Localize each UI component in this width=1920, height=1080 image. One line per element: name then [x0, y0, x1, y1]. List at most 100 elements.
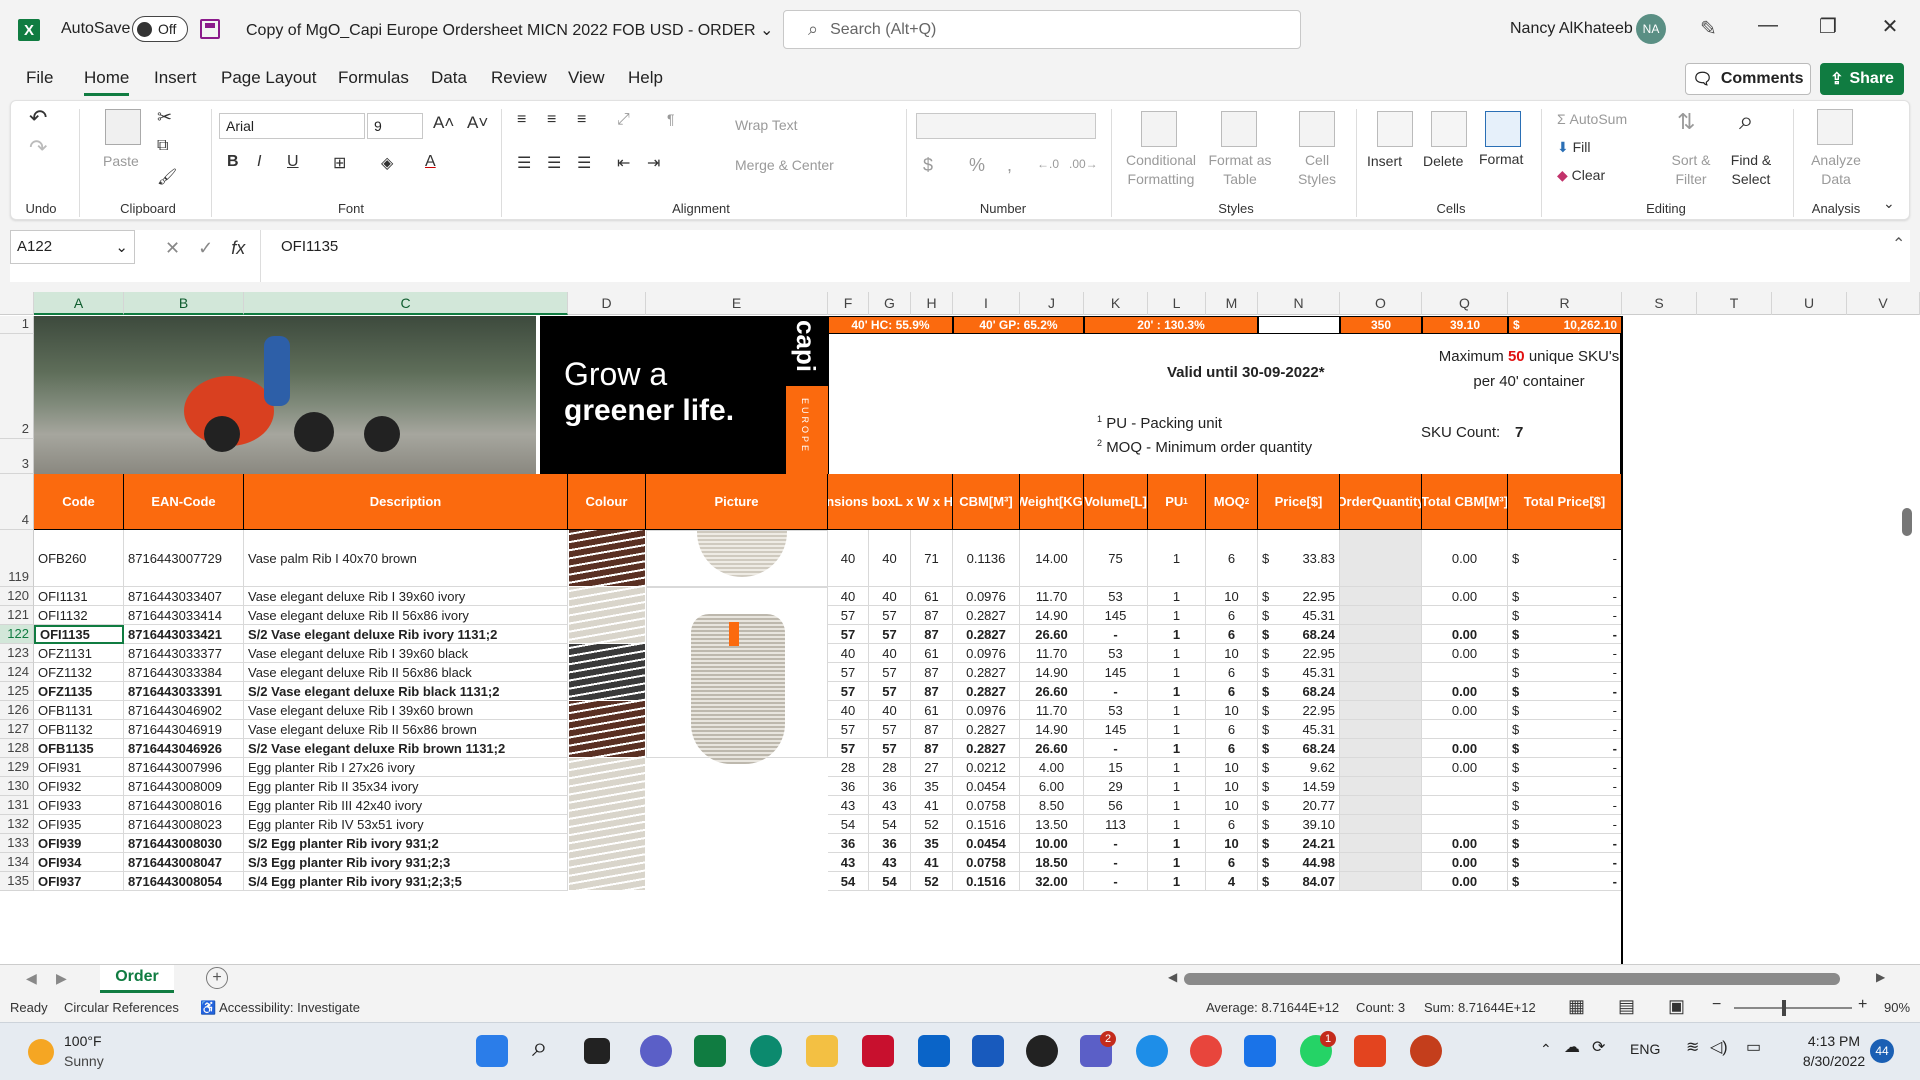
total-price-sum[interactable]: $10,262.10 — [1508, 316, 1622, 334]
length-cell[interactable]: 54 — [828, 872, 869, 891]
description-cell[interactable]: Egg planter Rib I 27x26 ivory — [244, 758, 568, 777]
format-cells-icon[interactable] — [1485, 111, 1521, 147]
paragraph-icon[interactable]: ¶ — [667, 111, 675, 127]
total-cbm-cell[interactable] — [1422, 606, 1508, 625]
clear-button[interactable]: ◆ Clear — [1557, 167, 1605, 184]
formula-input[interactable]: OFI1135 — [260, 230, 1880, 282]
width-cell[interactable]: 57 — [869, 625, 911, 644]
total-cbm-cell[interactable] — [1422, 777, 1508, 796]
fx-icon[interactable]: fx — [231, 238, 245, 259]
mcafee-icon[interactable] — [862, 1035, 894, 1067]
sun-icon[interactable] — [28, 1039, 54, 1065]
moq-cell[interactable]: 6 — [1206, 739, 1258, 758]
total-cbm-cell[interactable]: 0.00 — [1422, 739, 1508, 758]
length-cell[interactable]: 40 — [828, 701, 869, 720]
tab-data[interactable]: Data — [431, 68, 467, 88]
ean-cell[interactable]: 8716443007996 — [124, 758, 244, 777]
format-painter-icon[interactable]: 🖌 — [157, 167, 177, 187]
ean-cell[interactable]: 8716443008016 — [124, 796, 244, 815]
length-cell[interactable]: 57 — [828, 739, 869, 758]
tab-insert[interactable]: Insert — [154, 68, 197, 88]
row-header[interactable]: 126 — [0, 701, 34, 720]
weather-desc[interactable]: Sunny — [64, 1053, 104, 1069]
column-header[interactable]: S — [1622, 292, 1697, 315]
zoom-slider[interactable] — [1734, 1007, 1852, 1009]
weight-cell[interactable]: 11.70 — [1020, 701, 1084, 720]
weight-cell[interactable]: 26.60 — [1020, 625, 1084, 644]
code-cell[interactable]: OFB1131 — [34, 701, 124, 720]
ean-cell[interactable]: 8716443033414 — [124, 606, 244, 625]
merge-center-button[interactable]: Merge & Center — [735, 157, 834, 173]
fill-color-icon[interactable]: ◈ — [381, 153, 393, 173]
height-cell[interactable]: 41 — [911, 796, 953, 815]
total-price-cell[interactable]: $ - — [1508, 834, 1622, 853]
weight-cell[interactable]: 11.70 — [1020, 587, 1084, 606]
restore-icon[interactable]: ❐ — [1808, 14, 1848, 39]
weight-cell[interactable]: 14.90 — [1020, 606, 1084, 625]
price-cell[interactable]: $22.95 — [1258, 701, 1340, 720]
cbm-cell[interactable]: 0.0976 — [953, 701, 1020, 720]
moq-cell[interactable]: 6 — [1206, 682, 1258, 701]
cbm-cell[interactable]: 0.2827 — [953, 663, 1020, 682]
weight-cell[interactable]: 4.00 — [1020, 758, 1084, 777]
moq-cell[interactable]: 4 — [1206, 872, 1258, 891]
outlook-icon[interactable] — [918, 1035, 950, 1067]
column-header[interactable]: D — [568, 292, 646, 315]
height-cell[interactable]: 87 — [911, 739, 953, 758]
moq-cell[interactable]: 6 — [1206, 530, 1258, 587]
row-header[interactable]: 135 — [0, 872, 34, 891]
height-cell[interactable]: 87 — [911, 606, 953, 625]
column-header[interactable]: O — [1340, 292, 1422, 315]
height-cell[interactable]: 52 — [911, 815, 953, 834]
description-cell[interactable]: S/3 Egg planter Rib ivory 931;2;3 — [244, 853, 568, 872]
tab-help[interactable]: Help — [628, 68, 663, 88]
edge-icon[interactable] — [750, 1035, 782, 1067]
tab-view[interactable]: View — [568, 68, 605, 88]
increase-decimal-icon[interactable]: ←.0 — [1037, 157, 1059, 171]
sync-icon[interactable]: ⟳ — [1592, 1037, 1605, 1057]
height-cell[interactable]: 87 — [911, 720, 953, 739]
row-header[interactable]: 1 — [0, 316, 34, 334]
moq-cell[interactable]: 6 — [1206, 606, 1258, 625]
moq-cell[interactable]: 10 — [1206, 701, 1258, 720]
office-icon[interactable] — [1354, 1035, 1386, 1067]
weight-cell[interactable]: 32.00 — [1020, 872, 1084, 891]
description-cell[interactable]: S/2 Vase elegant deluxe Rib brown 1131;2 — [244, 739, 568, 758]
total-cbm-cell[interactable]: 0.00 — [1422, 530, 1508, 587]
height-cell[interactable]: 71 — [911, 530, 953, 587]
height-cell[interactable]: 27 — [911, 758, 953, 777]
moq-cell[interactable]: 10 — [1206, 587, 1258, 606]
font-color-icon[interactable]: A — [425, 153, 436, 171]
code-cell[interactable]: OFZ1132 — [34, 663, 124, 682]
ean-cell[interactable]: 8716443033377 — [124, 644, 244, 663]
volume-cell[interactable]: 113 — [1084, 815, 1148, 834]
volume-cell[interactable]: 15 — [1084, 758, 1148, 777]
container-hc[interactable]: 40' HC: 55.9% — [828, 316, 953, 334]
column-header[interactable]: F — [828, 292, 869, 315]
name-box[interactable]: A122 ⌄ — [10, 230, 135, 264]
pu-cell[interactable]: 1 — [1148, 701, 1206, 720]
copy-icon[interactable]: ⧉ — [157, 137, 168, 155]
length-cell[interactable]: 40 — [828, 587, 869, 606]
width-cell[interactable]: 57 — [869, 663, 911, 682]
description-cell[interactable]: Vase palm Rib I 40x70 brown — [244, 530, 568, 587]
analyze-data-icon[interactable] — [1817, 109, 1853, 145]
italic-icon[interactable]: I — [257, 153, 261, 171]
weight-cell[interactable]: 13.50 — [1020, 815, 1084, 834]
increase-font-icon[interactable]: A˄ — [433, 113, 454, 133]
column-header[interactable]: M — [1206, 292, 1258, 315]
pu-cell[interactable]: 1 — [1148, 587, 1206, 606]
volume-cell[interactable]: 53 — [1084, 644, 1148, 663]
product-picture[interactable] — [646, 530, 828, 587]
code-cell[interactable]: OFI939 — [34, 834, 124, 853]
pu-cell[interactable]: 1 — [1148, 872, 1206, 891]
order-quantity-input[interactable] — [1340, 853, 1422, 872]
cbm-cell[interactable]: 0.0454 — [953, 834, 1020, 853]
price-cell[interactable]: $20.77 — [1258, 796, 1340, 815]
pu-cell[interactable]: 1 — [1148, 758, 1206, 777]
volume-cell[interactable]: - — [1084, 834, 1148, 853]
width-cell[interactable]: 40 — [869, 530, 911, 587]
description-cell[interactable]: Egg planter Rib IV 53x51 ivory — [244, 815, 568, 834]
width-cell[interactable]: 40 — [869, 644, 911, 663]
format-as-table-icon[interactable] — [1221, 111, 1257, 147]
